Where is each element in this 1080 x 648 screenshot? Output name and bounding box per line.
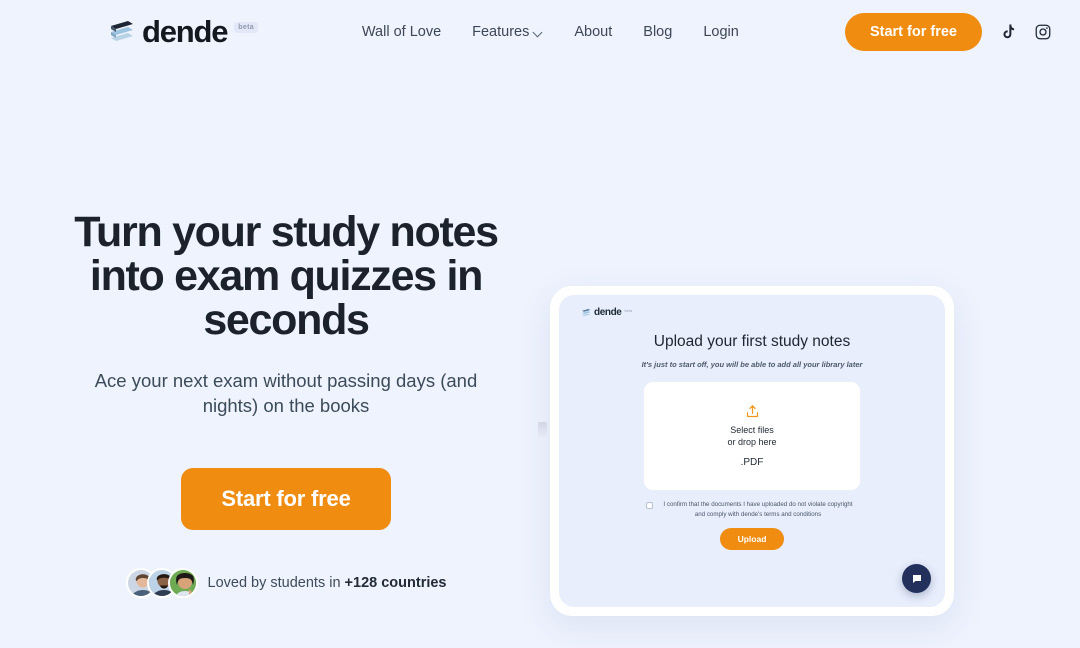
nav-item-about[interactable]: About (574, 24, 612, 40)
brand-beta-badge: beta (234, 22, 258, 33)
nav-label: Features (472, 24, 530, 40)
upload-icon (746, 405, 758, 418)
consent-text: I confirm that the documents I have uplo… (663, 501, 853, 518)
brand-logo[interactable]: dende beta (108, 15, 258, 49)
tiktok-icon[interactable] (999, 23, 1017, 41)
nav-item-blog[interactable]: Blog (643, 24, 672, 40)
site-header: dende beta Wall of Love Features About B… (0, 0, 1080, 64)
hero-section: Turn your study notes into exam quizzes … (0, 64, 1080, 616)
header-start-for-free-button[interactable]: Start for free (844, 13, 982, 51)
nav-item-features[interactable]: Features (472, 24, 543, 40)
brand-name: dende (142, 14, 229, 49)
dropzone-line-2: or drop here (727, 437, 777, 447)
mockup-brand-logo: dende beta (581, 307, 945, 318)
chat-widget-button[interactable] (902, 564, 931, 593)
nav-label: Blog (643, 24, 673, 40)
mockup-screen: dende beta Upload your first study notes… (559, 295, 945, 607)
product-mockup: dende beta Upload your first study notes… (538, 286, 954, 616)
nav-label: Wall of Love (361, 24, 442, 40)
social-proof: Loved by students in +128 countries (56, 568, 516, 598)
nav-label: About (574, 24, 613, 40)
mockup-subtitle: It's just to start off, you will be able… (641, 360, 863, 369)
mockup-edge-artifact (538, 422, 547, 438)
dropzone-line-1: Select files (730, 425, 774, 435)
mockup-brand-name: dende (594, 307, 622, 318)
mockup-title: Upload your first study notes (653, 333, 851, 350)
chat-bubble-icon (912, 574, 921, 583)
consent-checkbox[interactable] (646, 502, 653, 509)
mockup-frame: dende beta Upload your first study notes… (550, 286, 954, 616)
header-actions: Start for free (844, 13, 1052, 51)
main-navigation: Wall of Love Features About Blog Login (362, 24, 739, 40)
hero-start-for-free-button[interactable]: Start for free (181, 468, 391, 530)
file-dropzone[interactable]: Select files or drop here .PDF (644, 382, 860, 490)
chevron-down-icon (534, 29, 543, 38)
hero-content: Turn your study notes into exam quizzes … (56, 182, 516, 598)
hero-subheading: Ace your next exam without passing days … (94, 370, 478, 416)
social-proof-highlight: +128 countries (344, 575, 447, 591)
avatar (167, 568, 198, 598)
dende-stack-logo-icon (111, 21, 133, 41)
social-proof-prefix: Loved by students in (207, 575, 345, 591)
instagram-icon[interactable] (1034, 23, 1052, 41)
social-proof-text: Loved by students in +128 countries (208, 575, 447, 591)
consent-row: I confirm that the documents I have uplo… (646, 500, 858, 519)
mockup-brand-badge: beta (624, 308, 633, 313)
dropzone-filetype: .PDF (740, 457, 764, 468)
nav-item-login[interactable]: Login (703, 24, 738, 40)
page-title: Turn your study notes into exam quizzes … (74, 208, 499, 344)
dende-stack-logo-icon (582, 308, 591, 316)
nav-label: Login (703, 24, 739, 40)
nav-item-wall-of-love[interactable]: Wall of Love (362, 24, 441, 40)
avatar-group (125, 568, 198, 598)
mockup-upload-button[interactable]: Upload (719, 528, 785, 550)
